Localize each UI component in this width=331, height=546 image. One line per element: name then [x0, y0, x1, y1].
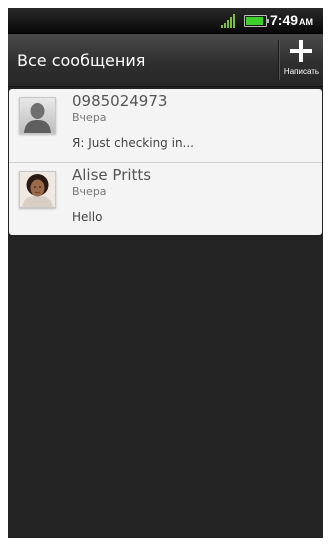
conversation-item[interactable]: 0985024973 Вчера Я: Just checking in... [9, 89, 322, 162]
signal-icon [221, 14, 237, 28]
contact-name: Alise Pritts [72, 166, 152, 184]
message-time: Вчера [72, 185, 107, 198]
battery-level [246, 17, 263, 25]
contact-photo-avatar [19, 171, 56, 208]
clock-ampm: AM [299, 17, 314, 27]
status-bar: 7:49AM [8, 8, 323, 34]
compose-button[interactable]: Написать [280, 34, 323, 86]
conversation-item[interactable]: Alise Pritts Вчера Hello [9, 162, 322, 236]
title-divider [278, 40, 279, 80]
conversation-list: 0985024973 Вчера Я: Just checking in... … [9, 89, 322, 235]
plus-icon [290, 40, 312, 62]
clock-time: 7:49 [270, 12, 299, 28]
phone-screen: 7:49AM Все сообщения Написать 0985024973… [8, 8, 323, 538]
default-contact-icon [19, 97, 56, 134]
page-title: Все сообщения [17, 51, 146, 70]
title-bar: Все сообщения Написать [8, 34, 323, 87]
contact-name: 0985024973 [72, 92, 168, 110]
compose-label: Написать [283, 67, 320, 76]
message-time: Вчера [72, 111, 107, 124]
status-clock: 7:49AM [270, 12, 313, 28]
message-preview: Hello [72, 210, 103, 224]
message-preview: Я: Just checking in... [72, 136, 194, 150]
battery-icon [244, 15, 269, 27]
